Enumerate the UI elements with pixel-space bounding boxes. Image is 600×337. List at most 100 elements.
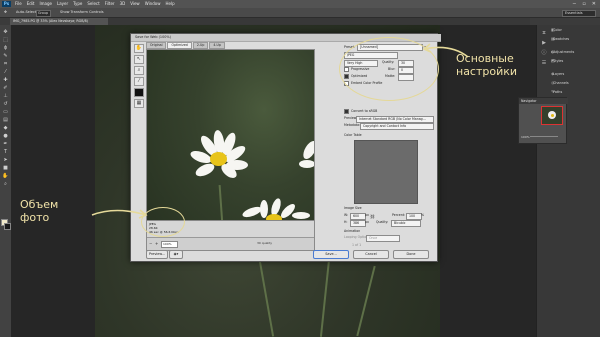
done-button[interactable]: Done [393, 250, 429, 259]
panel-item-styles[interactable]: Styles [553, 57, 597, 65]
menu-3d[interactable]: 3D [120, 1, 126, 7]
cancel-button[interactable]: Cancel [353, 250, 389, 259]
blur-tool-icon[interactable]: ◆ [2, 125, 9, 131]
tab-original[interactable]: Original [146, 42, 167, 49]
panel-item-layers[interactable]: Layers [553, 70, 597, 78]
image-size-label: Image Size [344, 206, 362, 210]
menu-layer[interactable]: Layer [57, 1, 68, 7]
panel-item-swatches[interactable]: Swatches [553, 35, 597, 43]
percent-label: Percent: [392, 213, 406, 217]
background-color-swatch[interactable] [4, 223, 11, 230]
menu-image[interactable]: Image [39, 1, 52, 7]
history-icon[interactable]: ⧖ [539, 29, 549, 37]
zoom-tool-icon[interactable]: ⌕ [134, 66, 144, 75]
zoom-out-icon[interactable]: − [149, 241, 152, 246]
menu-view[interactable]: View [130, 1, 140, 7]
properties-icon[interactable]: ☰ [539, 59, 549, 67]
move-tool-icon[interactable]: ✥ [2, 29, 9, 35]
window-controls: − ▫ ✕ [572, 1, 596, 7]
shape-tool-icon[interactable]: ■ [2, 165, 9, 171]
menu-filter[interactable]: Filter [105, 1, 115, 7]
type-tool-icon[interactable]: T [2, 149, 9, 155]
document-tab[interactable]: IMG_7985.PG @ 33% (Alex Nevskaya; RGB/8) [10, 18, 108, 25]
stamp-tool-icon[interactable]: ⊥ [2, 93, 9, 99]
eyedropper-tool-icon[interactable]: ⁄ [134, 77, 144, 86]
eraser-tool-icon[interactable]: ▭ [2, 109, 9, 115]
zoom-level-dropdown[interactable]: 100% [161, 241, 178, 248]
zoom-in-icon[interactable]: + [155, 241, 158, 246]
menu-help[interactable]: Help [165, 1, 174, 7]
show-transform-checkbox[interactable]: Show Transform Controls [60, 10, 104, 15]
pen-tool-icon[interactable]: ✒ [2, 141, 9, 147]
looping-dropdown[interactable]: Once [366, 235, 400, 242]
panel-item-color[interactable]: Color [553, 26, 597, 34]
tab-4-up[interactable]: 4-Up [209, 42, 225, 49]
history-brush-tool-icon[interactable]: ↺ [2, 101, 9, 107]
metadata-label: Metadata: [344, 123, 361, 127]
height-unit: px [365, 220, 369, 224]
marquee-tool-icon[interactable]: ⬚ [2, 37, 9, 43]
panel-item-channels[interactable]: Channels [553, 79, 597, 87]
browser-preview-button[interactable]: ◉▾ [169, 250, 183, 259]
view-tabs: Original Optimized 2-Up 4-Up [146, 42, 225, 49]
percent-input[interactable]: 100 [406, 213, 422, 220]
dodge-tool-icon[interactable]: ● [2, 133, 9, 139]
preview-button[interactable]: Preview... [146, 250, 168, 259]
lasso-tool-icon[interactable]: ϕ [2, 45, 9, 51]
width-label: W: [344, 213, 349, 217]
menu-file[interactable]: File [15, 1, 22, 7]
actions-icon[interactable]: ▶ [539, 39, 549, 47]
metadata-dropdown[interactable]: Copyright and Contact Info [360, 123, 434, 130]
path-select-tool-icon[interactable]: ➤ [2, 157, 9, 163]
size-annotation-line2: фото [20, 211, 50, 224]
convert-srgb-option[interactable]: Convert to sRGB [344, 108, 377, 114]
tab-2-up[interactable]: 2-Up [192, 42, 209, 49]
hand-tool-icon[interactable]: ✋ [2, 173, 9, 179]
slice-select-tool-icon[interactable]: ↖ [134, 55, 144, 64]
preview-profile-dropdown[interactable]: Internet Standard RGB (No Color Manag... [356, 116, 434, 123]
daisy-flower [188, 129, 252, 190]
link-icon[interactable]: ⛓ [370, 214, 375, 219]
panel-item-adjustments[interactable]: Adjustments [553, 48, 597, 56]
navigator-thumbnail[interactable] [541, 106, 563, 125]
eyedropper-color-swatch[interactable] [134, 88, 144, 97]
healing-tool-icon[interactable]: ✚ [2, 77, 9, 83]
navigator-zoom-slider[interactable] [530, 136, 558, 137]
dialog-tools: ✋ ↖ ⌕ ⁄ ▦ [134, 44, 144, 110]
info-icon[interactable]: ⓘ [539, 49, 549, 57]
zoom-tool-icon[interactable]: ⌕ [2, 181, 9, 187]
save-button[interactable]: Save... [313, 250, 349, 259]
photoshop-logo: Ps [2, 1, 11, 7]
menu-type[interactable]: Type [73, 1, 82, 7]
minimize-button[interactable]: − [572, 1, 576, 7]
color-table-grid[interactable] [354, 140, 418, 204]
toggle-slices-icon[interactable]: ▦ [134, 99, 144, 108]
panel-item-paths[interactable]: Paths [553, 88, 597, 96]
resample-quality-dropdown[interactable]: Bicubic [391, 220, 421, 227]
move-tool-icon[interactable]: ✥ [4, 10, 7, 15]
maximize-button[interactable]: ▫ [582, 1, 585, 7]
auto-select-dropdown[interactable]: Group [36, 10, 51, 17]
width-input[interactable]: 600 [350, 213, 366, 220]
daisy-thumb-center [551, 114, 554, 117]
quick-select-tool-icon[interactable]: ✎ [2, 53, 9, 59]
tab-optimized[interactable]: Optimized [167, 42, 192, 49]
size-annotation-line1: Объем [20, 198, 59, 211]
frame-counter: 1 of 1 [352, 243, 362, 247]
menu-edit[interactable]: Edit [27, 1, 35, 7]
eyedropper-tool-icon[interactable]: ⁄ [2, 69, 9, 75]
brush-tool-icon[interactable]: ✐ [2, 85, 9, 91]
workspace-dropdown[interactable]: Essentials [562, 10, 596, 17]
options-bar: ✥ Auto-Select: Group Show Transform Cont… [0, 8, 600, 18]
close-button[interactable]: ✕ [592, 1, 596, 7]
gradient-tool-icon[interactable]: ▤ [2, 117, 9, 123]
menu-window[interactable]: Window [145, 1, 161, 7]
height-input[interactable]: 386 [350, 220, 366, 227]
navigator-title[interactable]: Navigator [519, 98, 568, 104]
daisy-flower [297, 138, 314, 180]
hand-tool-icon[interactable]: ✋ [134, 44, 144, 53]
crop-tool-icon[interactable]: ⌗ [2, 61, 9, 67]
settings-annotation-line1: Основные [456, 52, 514, 65]
menu-select[interactable]: Select [87, 1, 99, 7]
width-unit: px [365, 213, 369, 217]
